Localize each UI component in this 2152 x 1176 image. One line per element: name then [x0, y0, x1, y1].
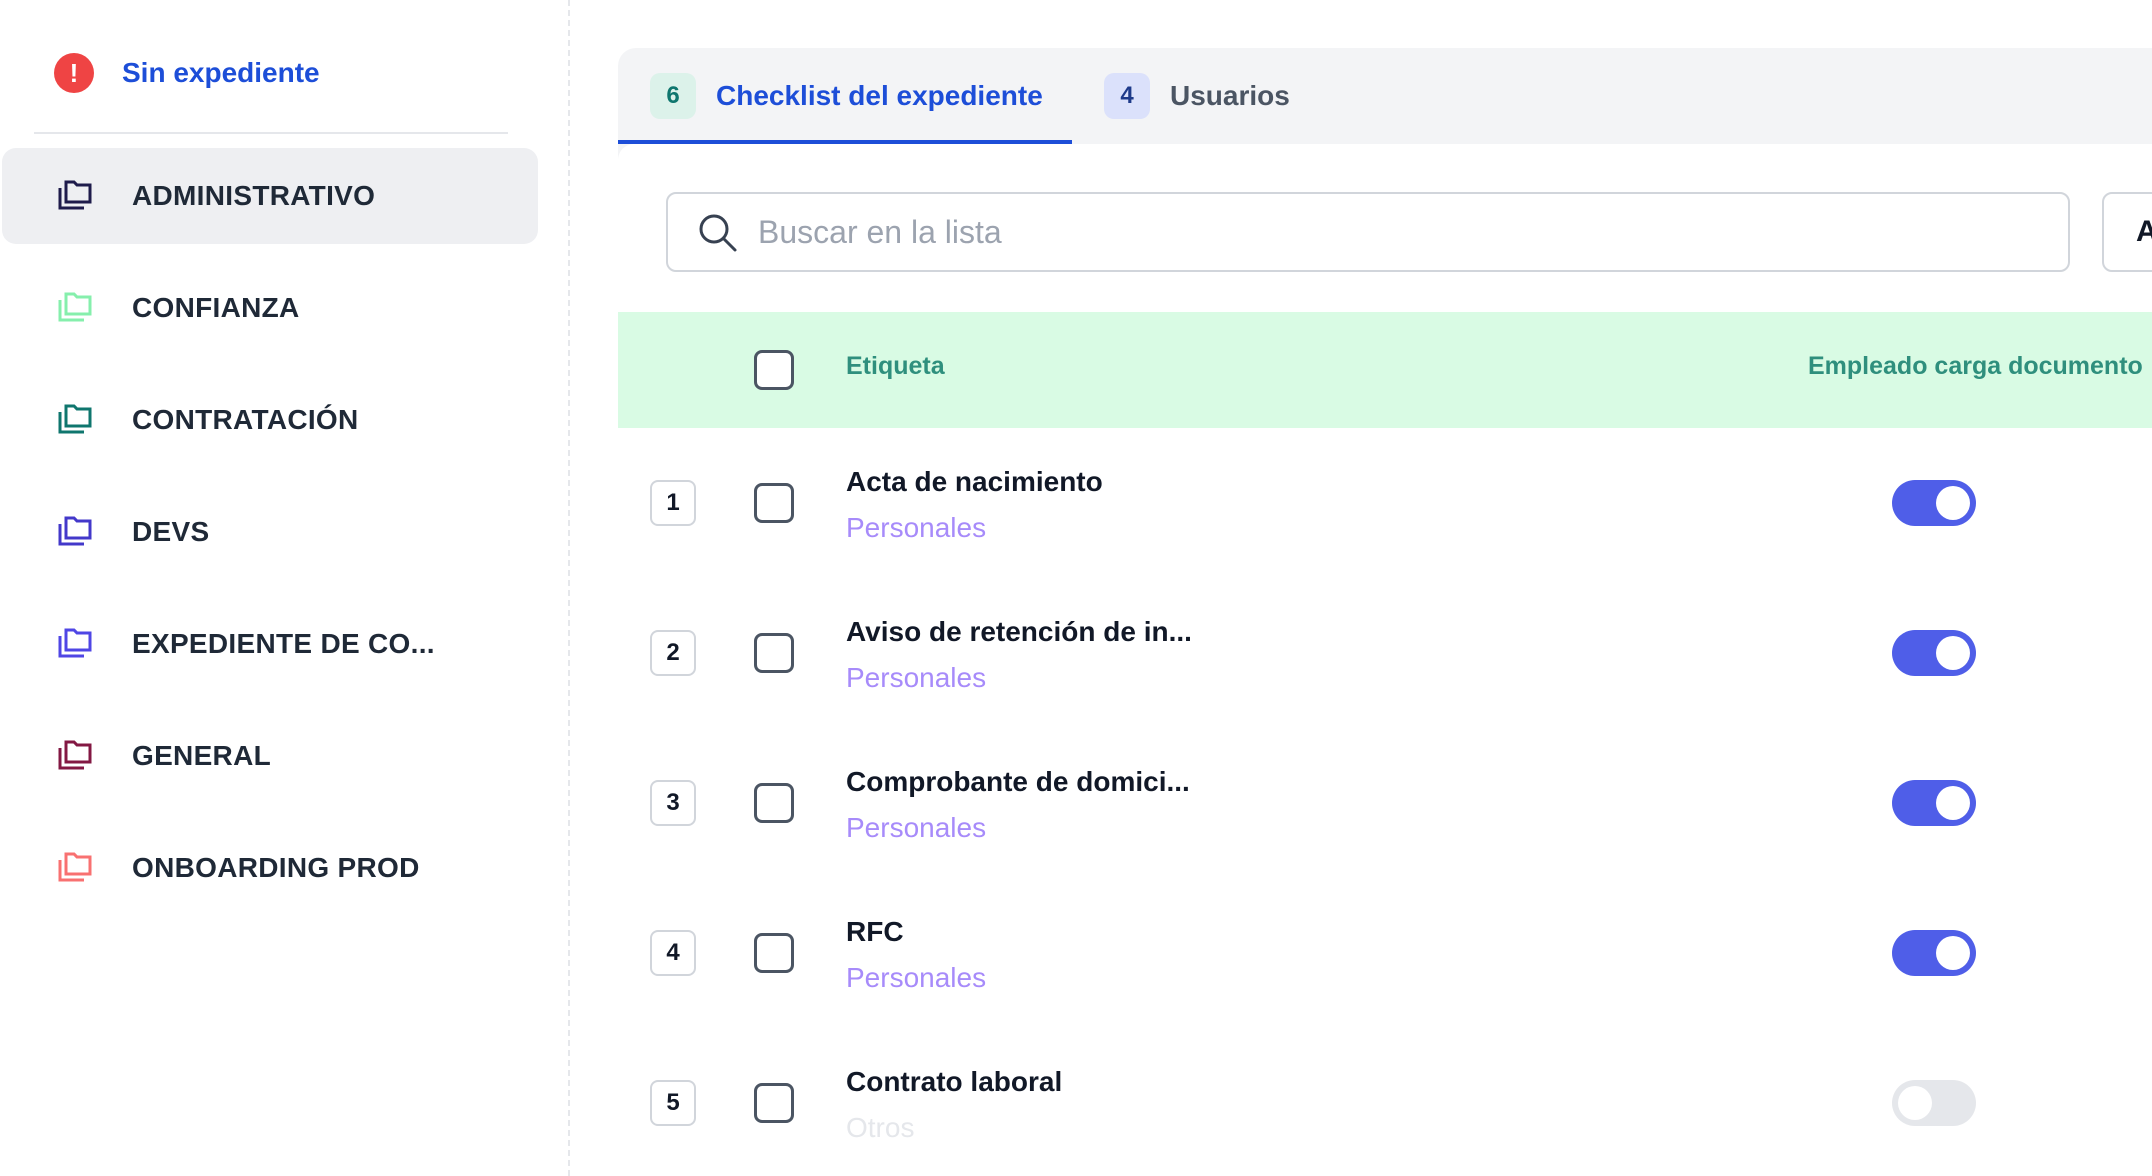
column-header-label: Etiqueta	[846, 352, 945, 380]
row-checkbox[interactable]	[754, 633, 794, 673]
sidebar-item-label: DEVS	[132, 516, 210, 547]
document-title: Aviso de retención de in...	[846, 616, 1192, 647]
sidebar-item-expediente-de-co[interactable]: EXPEDIENTE DE CO...	[2, 596, 538, 692]
sidebar-item-label: ONBOARDING PROD	[132, 852, 420, 883]
sidebar-item-label: GENERAL	[132, 740, 271, 771]
folders-icon	[58, 852, 92, 882]
sidebar-item-label: CONFIANZA	[132, 292, 300, 323]
row-number: 5	[650, 1080, 696, 1126]
document-category: Personales	[846, 962, 987, 993]
sidebar-item-contratacion[interactable]: CONTRATACIÓN	[2, 372, 538, 468]
sidebar-item-administrativo[interactable]: ADMINISTRATIVO	[2, 148, 538, 244]
tab-usuarios[interactable]: 4 Usuarios	[1104, 48, 1290, 144]
row-number: 3	[650, 780, 696, 826]
row-number: 1	[650, 480, 696, 526]
employee-upload-toggle[interactable]	[1892, 630, 1976, 676]
table-row: 4 RFC Personales	[618, 878, 2152, 1028]
table-row: 5 Contrato laboral Otros	[618, 1028, 2152, 1176]
employee-upload-toggle[interactable]	[1892, 780, 1976, 826]
tab-label: Checklist del expediente	[716, 80, 1043, 111]
row-checkbox[interactable]	[754, 933, 794, 973]
sidebar-item-onboarding-prod[interactable]: ONBOARDING PROD	[2, 820, 538, 916]
action-button[interactable]: A	[2102, 192, 2152, 272]
main-content: 6 Checklist del expediente 4 Usuarios A …	[618, 48, 2152, 1176]
document-title: Acta de nacimiento	[846, 466, 1103, 497]
sidebar-item-devs[interactable]: DEVS	[2, 484, 538, 580]
row-checkbox[interactable]	[754, 483, 794, 523]
document-category: Personales	[846, 662, 987, 693]
tab-count-badge: 4	[1104, 73, 1150, 119]
search-input[interactable]	[758, 213, 1958, 251]
sidebar-item-confianza[interactable]: CONFIANZA	[2, 260, 538, 356]
folders-icon	[58, 404, 92, 434]
table-row: 1 Acta de nacimiento Personales	[618, 428, 2152, 578]
row-number: 4	[650, 930, 696, 976]
alert-circle-icon: !	[54, 53, 94, 93]
toggle-knob	[1898, 1086, 1932, 1120]
sidebar-item-label: ADMINISTRATIVO	[132, 180, 376, 211]
search-box[interactable]	[666, 192, 2070, 272]
employee-upload-toggle[interactable]	[1892, 930, 1976, 976]
no-file-label: Sin expediente	[122, 57, 320, 88]
toggle-knob	[1936, 636, 1970, 670]
employee-upload-toggle[interactable]	[1892, 1080, 1976, 1126]
folders-icon	[58, 516, 92, 546]
sidebar: ! Sin expediente ADMINISTRATIVO CONFIANZ…	[0, 0, 570, 1176]
column-header-employee-upload: Empleado carga documento	[1808, 352, 2143, 380]
employee-upload-toggle[interactable]	[1892, 480, 1976, 526]
sidebar-list: ADMINISTRATIVO CONFIANZA CONTRATACIÓN DE…	[2, 148, 538, 932]
document-category: Otros	[846, 1112, 915, 1143]
folders-icon	[58, 628, 92, 658]
document-title: Contrato laboral	[846, 1066, 1063, 1097]
folders-icon	[58, 740, 92, 770]
tab-count-badge: 6	[650, 73, 696, 119]
toggle-knob	[1936, 486, 1970, 520]
folders-icon	[58, 292, 92, 322]
search-icon	[699, 214, 737, 252]
folders-icon	[58, 180, 92, 210]
app-root: ! Sin expediente ADMINISTRATIVO CONFIANZ…	[0, 0, 2152, 1176]
toggle-knob	[1936, 936, 1970, 970]
toggle-knob	[1936, 786, 1970, 820]
no-file-item[interactable]: ! Sin expediente	[54, 52, 320, 94]
document-category: Personales	[846, 512, 987, 543]
document-title: RFC	[846, 916, 904, 947]
table-row: 3 Comprobante de domici... Personales	[618, 728, 2152, 878]
row-checkbox[interactable]	[754, 1083, 794, 1123]
row-checkbox[interactable]	[754, 783, 794, 823]
sidebar-divider	[34, 132, 508, 134]
sidebar-item-label: CONTRATACIÓN	[132, 404, 359, 435]
sidebar-item-label: EXPEDIENTE DE CO...	[132, 628, 435, 659]
document-category: Personales	[846, 812, 987, 843]
table-body: 1 Acta de nacimiento Personales 2 Aviso …	[618, 428, 2152, 1176]
tab-label: Usuarios	[1170, 80, 1290, 111]
row-number: 2	[650, 630, 696, 676]
table-header: Etiqueta Empleado carga documento	[618, 312, 2152, 428]
select-all-checkbox[interactable]	[754, 350, 794, 390]
tab-checklist[interactable]: 6 Checklist del expediente	[650, 48, 1043, 144]
table-row: 2 Aviso de retención de in... Personales	[618, 578, 2152, 728]
checklist-panel: A Etiqueta Empleado carga documento 1 Ac…	[618, 144, 2152, 1176]
tab-bar: 6 Checklist del expediente 4 Usuarios	[618, 48, 2152, 144]
sidebar-item-general[interactable]: GENERAL	[2, 708, 538, 804]
document-title: Comprobante de domici...	[846, 766, 1190, 797]
